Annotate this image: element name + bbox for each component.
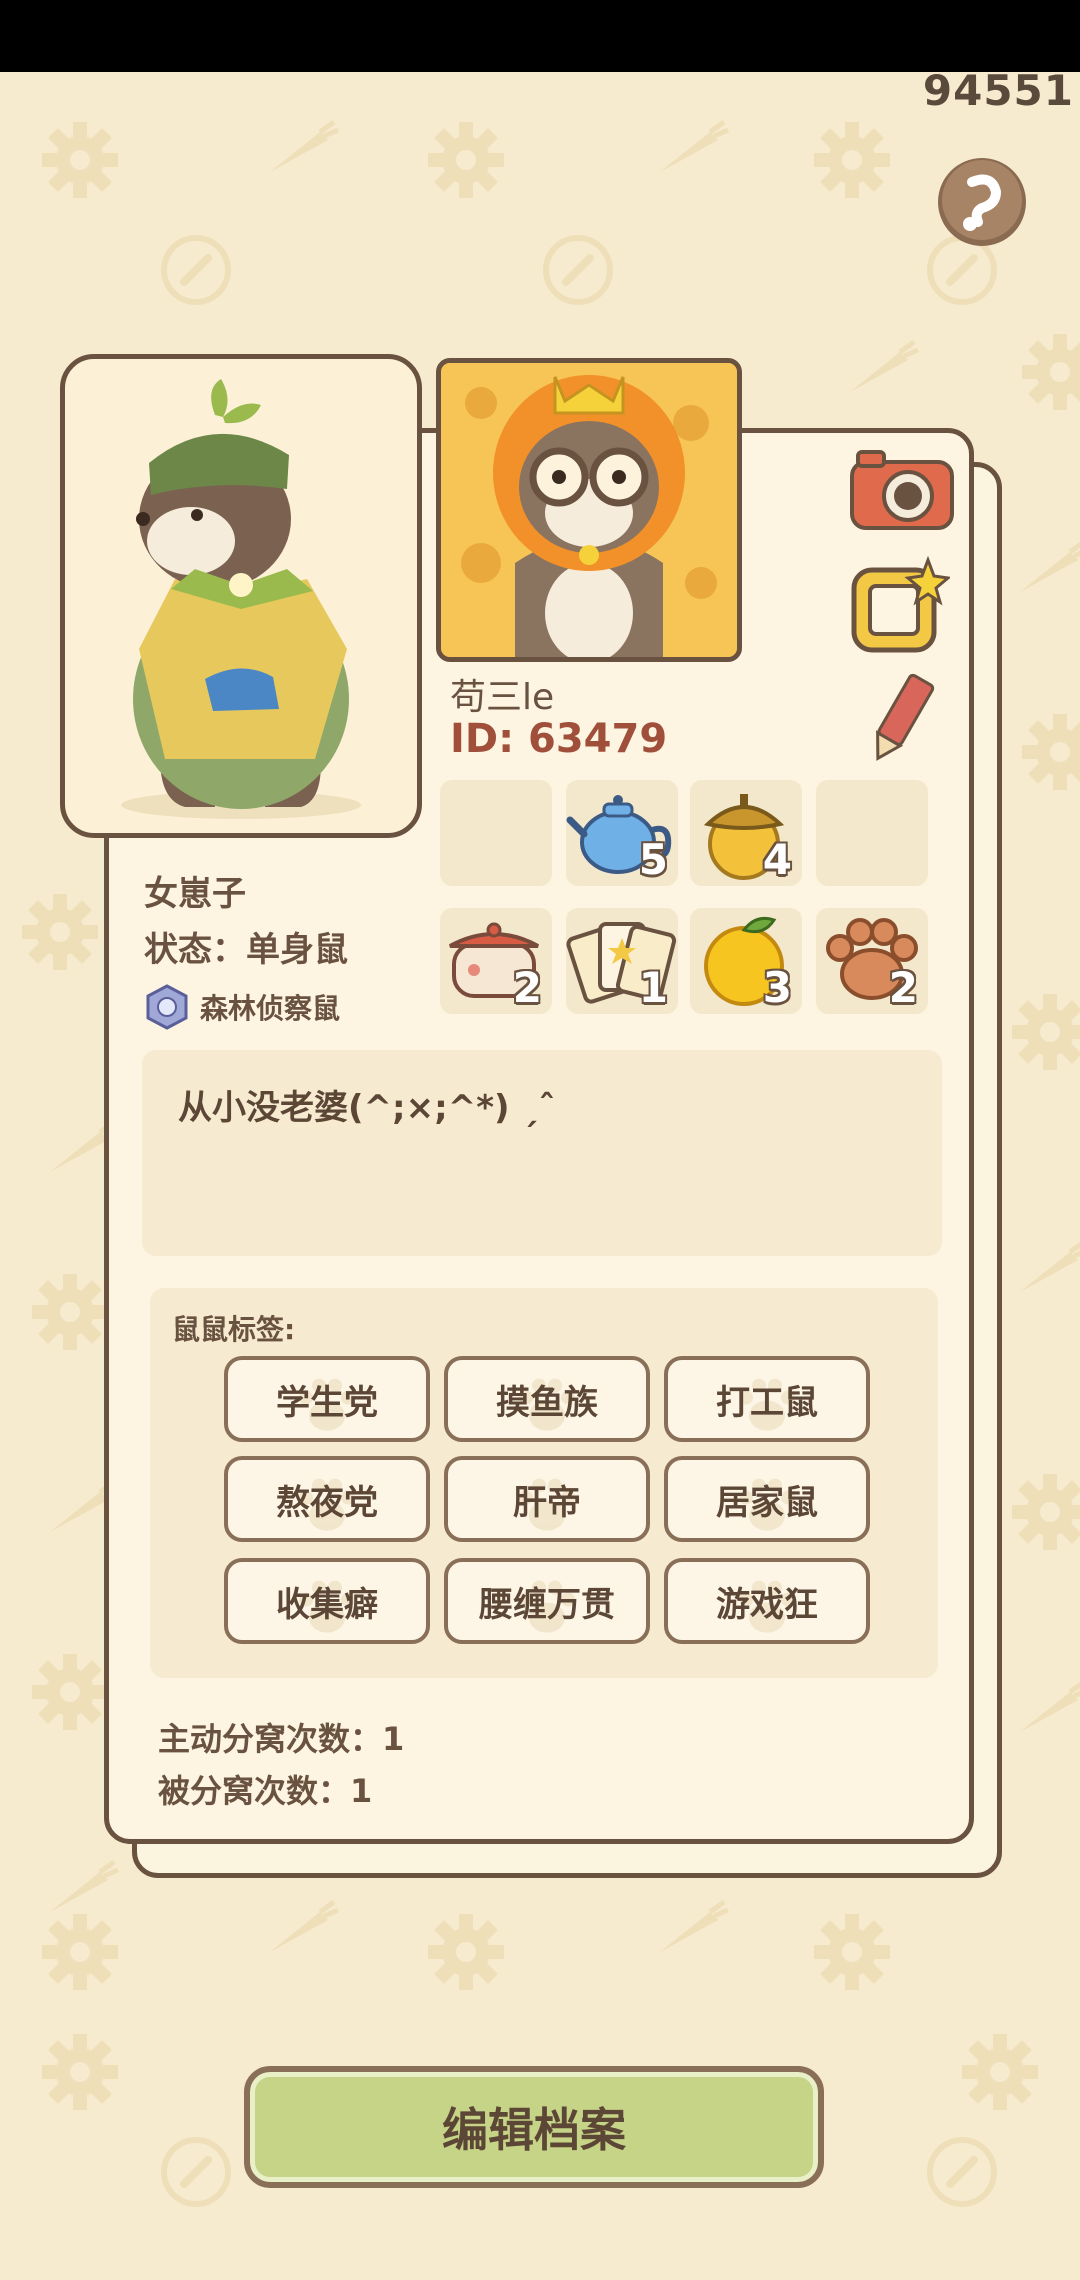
item-count: 2 [512, 963, 542, 1012]
tag-label: 收集癖 [276, 1584, 378, 1625]
edit-profile-button[interactable]: 编辑档案 [244, 2066, 824, 2188]
tags-box: 鼠鼠标签: 学生党 摸鱼族 打工鼠熬夜党 肝帝 居家鼠收集癖 腰缠万贯 游戏狂 [150, 1288, 938, 1678]
tag-button[interactable]: 收集癖 [224, 1558, 430, 1644]
tag-label: 居家鼠 [716, 1482, 818, 1523]
item-count: 5 [638, 835, 668, 884]
tag-button[interactable]: 打工鼠 [664, 1356, 870, 1442]
tag-button[interactable]: 居家鼠 [664, 1456, 870, 1542]
tag-button[interactable]: 熬夜党 [224, 1456, 430, 1542]
passive-split-count: 被分窝次数：1 [158, 1772, 373, 1810]
avatar-otter-icon [441, 363, 737, 657]
tag-button[interactable]: 腰缠万贯 [444, 1558, 650, 1644]
tag-label: 游戏狂 [716, 1584, 818, 1625]
item-count: 1 [638, 963, 668, 1012]
item-slot-teapot[interactable]: 5 [566, 780, 678, 886]
tag-label: 摸鱼族 [496, 1382, 598, 1423]
edit-nickname-button[interactable] [862, 670, 938, 766]
item-slot-acorn[interactable]: 4 [690, 780, 802, 886]
bio-text: 从小没老婆(^;×;^*) ˏˆ [178, 1088, 556, 1128]
bio-box: 从小没老婆(^;×;^*) ˏˆ [142, 1050, 942, 1256]
item-slot-empty[interactable] [440, 780, 552, 886]
tag-button[interactable]: 游戏狂 [664, 1558, 870, 1644]
item-count: 3 [762, 963, 792, 1012]
tag-button[interactable]: 肝帝 [444, 1456, 650, 1542]
nickname: 苟三le [450, 677, 555, 718]
badge-icon [146, 984, 188, 1030]
title-badge: 森林侦察鼠 [144, 984, 340, 1030]
frame-button[interactable] [848, 556, 950, 658]
avatar-image [436, 358, 742, 662]
coin-count: 94551 [922, 66, 1074, 115]
tag-label: 学生党 [276, 1382, 378, 1423]
user-id: ID: 63479 [450, 716, 668, 762]
tags-title: 鼠鼠标签: [172, 1313, 296, 1346]
gender-title: 女崽子 [144, 874, 246, 914]
title-badge-text: 森林侦察鼠 [200, 992, 341, 1025]
character-portrait [60, 354, 422, 838]
tag-label: 肝帝 [513, 1482, 581, 1523]
help-button[interactable] [932, 152, 1032, 248]
status-bar [0, 0, 1080, 72]
active-split-count: 主动分窝次数：1 [158, 1720, 405, 1758]
item-slot-empty[interactable] [816, 780, 928, 886]
item-count: 2 [888, 963, 918, 1012]
tag-button[interactable]: 摸鱼族 [444, 1356, 650, 1442]
item-slot-cards[interactable]: 1 [566, 908, 678, 1014]
camera-button[interactable] [848, 446, 956, 532]
tag-label: 腰缠万贯 [479, 1584, 615, 1625]
item-slot-orange[interactable]: 3 [690, 908, 802, 1014]
item-slot-pot[interactable]: 2 [440, 908, 552, 1014]
tag-label: 打工鼠 [716, 1382, 818, 1423]
relationship-status: 状态：单身鼠 [144, 930, 348, 970]
tag-label: 熬夜党 [276, 1482, 378, 1523]
item-slot-paw[interactable]: 2 [816, 908, 928, 1014]
item-count: 4 [762, 835, 792, 884]
tag-button[interactable]: 学生党 [224, 1356, 430, 1442]
otter-character-icon [121, 379, 361, 819]
